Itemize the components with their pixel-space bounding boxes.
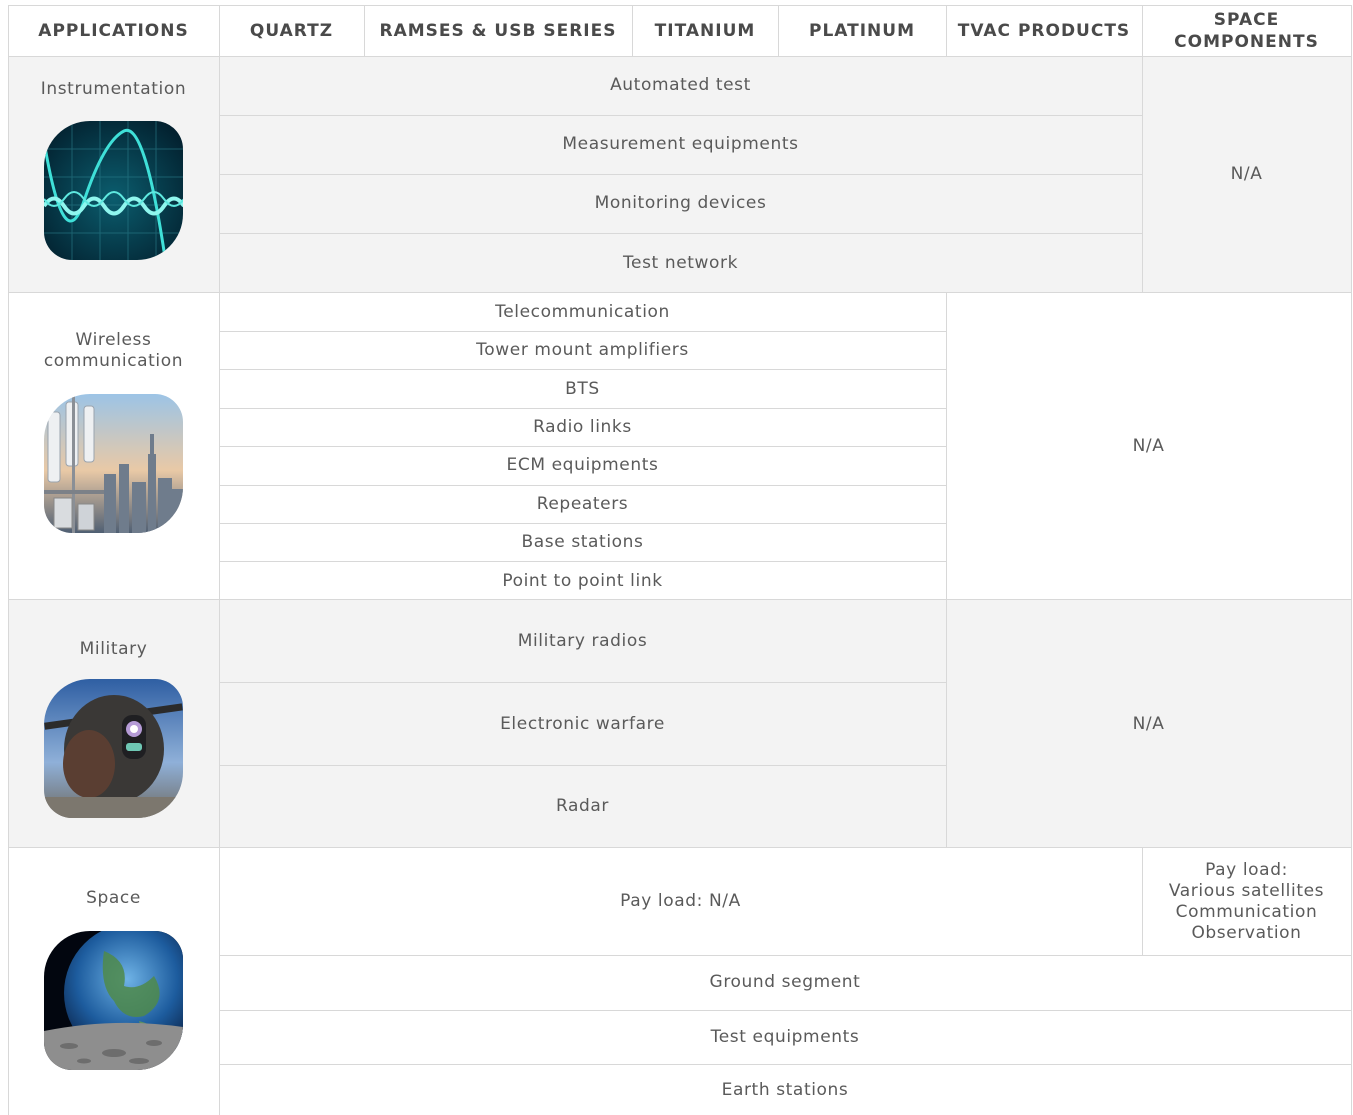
payload-line: Various satellites [1168, 880, 1325, 901]
space-payload: Pay load: N/A [219, 848, 1142, 955]
antenna-tower-icon [44, 394, 183, 533]
grid-line [8, 847, 1352, 848]
space-payload-components: Pay load: Various satellites Communicati… [1142, 848, 1351, 955]
grid-line [219, 331, 946, 332]
instrumentation-item: Test network [219, 233, 1142, 293]
payload-line: Pay load: [1205, 859, 1288, 880]
military-item: Electronic warfare [219, 683, 946, 765]
grid-line [219, 174, 1142, 175]
military-na: N/A [946, 600, 1351, 848]
grid-line [1142, 848, 1143, 955]
oscilloscope-icon [44, 121, 183, 260]
wireless-label-line1: Wireless [75, 330, 152, 350]
grid-line [219, 523, 946, 524]
instrumentation-item: Automated test [219, 56, 1142, 115]
grid-line [219, 446, 946, 447]
header-platinum: PLATINUM [778, 6, 946, 56]
wireless-label: Wireless communication [8, 330, 219, 372]
payload-line: Observation [1191, 922, 1302, 943]
instrumentation-item: Measurement equipments [219, 115, 1142, 174]
header-ramses: RAMSES & USB SERIES [364, 6, 632, 56]
header-tvac: TVAC PRODUCTS [946, 6, 1142, 56]
wireless-item: Base stations [219, 523, 946, 562]
grid-line [8, 599, 1352, 600]
grid-line [946, 293, 947, 848]
wireless-item: Tower mount amplifiers [219, 331, 946, 370]
instrumentation-na: N/A [1142, 56, 1351, 293]
space-item: Test equipments [219, 1010, 1351, 1065]
space-item: Ground segment [219, 955, 1351, 1010]
grid-line [946, 5, 947, 56]
instrumentation-label: Instrumentation [40, 79, 187, 99]
wireless-na: N/A [946, 293, 1351, 600]
header-space-components-line1: SPACE [1213, 10, 1280, 30]
grid-line [1351, 5, 1352, 1115]
helicopter-icon [44, 679, 183, 818]
grid-line [219, 408, 946, 409]
wireless-item: Radio links [219, 408, 946, 446]
grid-line [219, 1064, 1352, 1065]
grid-line [219, 485, 946, 486]
military-item: Military radios [219, 600, 946, 683]
wireless-label-line2: communication [43, 351, 184, 371]
wireless-item: BTS [219, 370, 946, 408]
header-titanium: TITANIUM [632, 6, 778, 56]
wireless-item: Point to point link [219, 562, 946, 600]
grid-line [778, 5, 779, 56]
grid-line [219, 765, 946, 766]
header-space-components-line2: COMPONENTS [1174, 32, 1319, 52]
grid-line [8, 5, 1352, 6]
grid-line [219, 955, 1352, 956]
grid-line [219, 561, 946, 562]
space-item: Earth stations [219, 1065, 1351, 1115]
payload-line: Communication [1175, 901, 1318, 922]
grid-line [364, 5, 365, 56]
space-label: Space [86, 888, 141, 908]
military-label: Military [79, 639, 148, 659]
header-quartz: QUARTZ [219, 6, 364, 56]
header-applications: APPLICATIONS [8, 6, 219, 56]
wireless-item: Repeaters [219, 485, 946, 523]
grid-line [8, 292, 1352, 293]
instrumentation-item: Monitoring devices [219, 174, 1142, 233]
grid-line [219, 369, 946, 370]
grid-line [219, 1010, 1352, 1011]
grid-line [219, 233, 1142, 234]
military-item: Radar [219, 765, 946, 848]
grid-line [219, 5, 220, 1115]
header-space-components: SPACE COMPONENTS [1142, 6, 1351, 56]
grid-line [219, 682, 946, 683]
wireless-item: Telecommunication [219, 293, 946, 331]
wireless-item: ECM equipments [219, 446, 946, 485]
grid-line [8, 56, 1352, 57]
grid-line [219, 115, 1142, 116]
grid-line [632, 5, 633, 56]
earth-icon [44, 931, 183, 1070]
grid-line [1142, 5, 1143, 293]
grid-line [8, 5, 9, 1115]
